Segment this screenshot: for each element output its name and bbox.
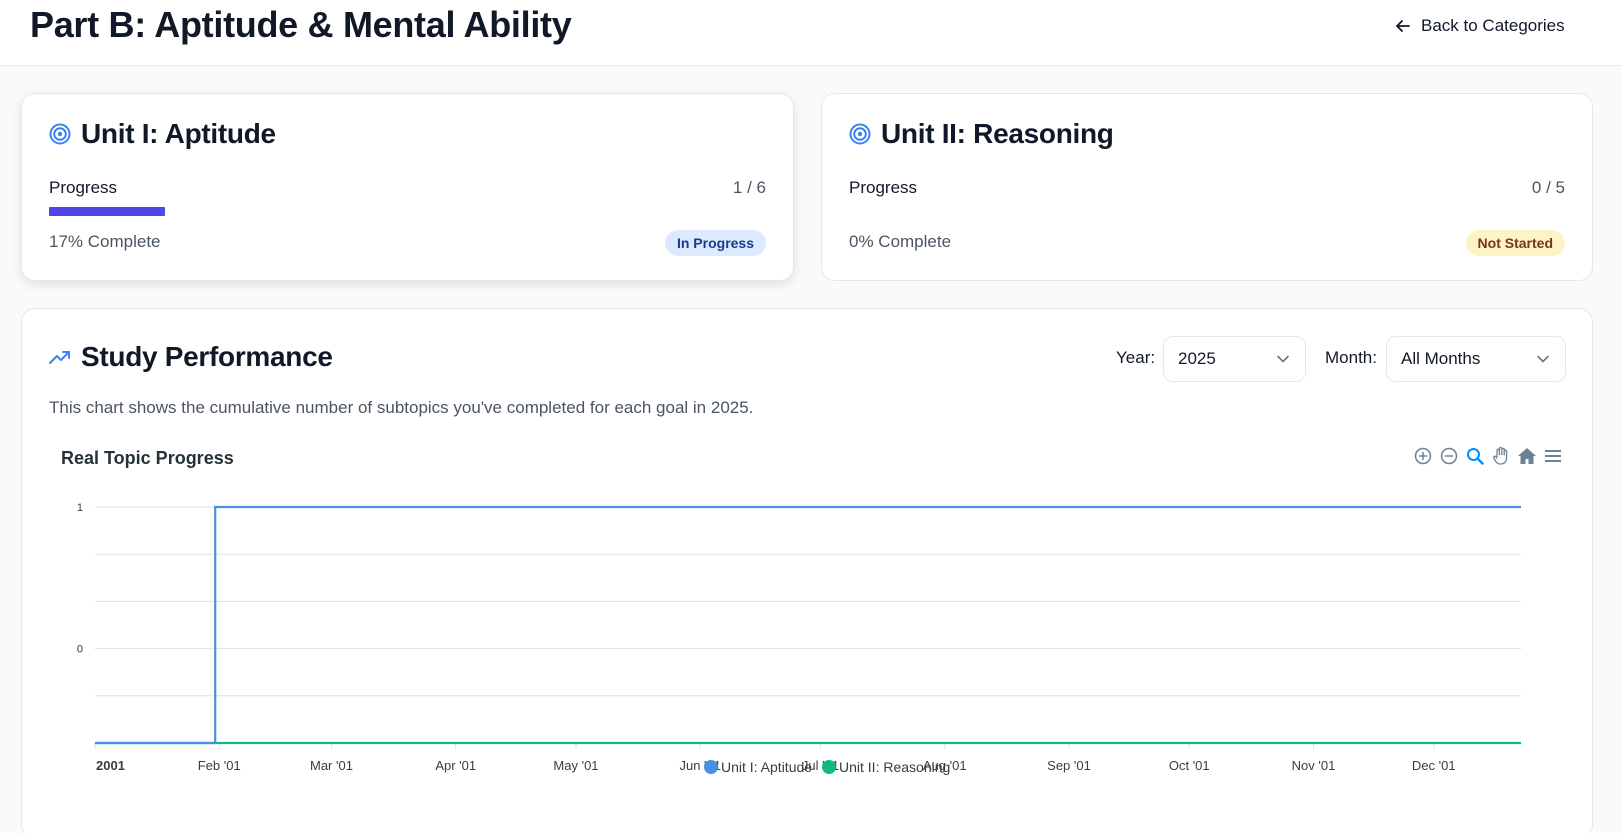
status-badge: In Progress [664,230,766,256]
status-badge: Not Started [1465,230,1565,256]
back-button-label: Back to Categories [1421,16,1565,35]
progress-bar-fill [49,207,165,216]
y-tick-label: 0 [77,644,83,656]
zoom-out-icon[interactable] [1439,446,1459,466]
year-select[interactable]: 2025 [1163,336,1306,382]
progress-count: 0 / 5 [1531,178,1565,197]
x-tick-label: Nov '01 [1292,758,1336,773]
progress-label: Progress [849,178,918,197]
x-tick-label: Sep '01 [1047,758,1091,773]
target-icon [49,123,71,145]
y-tick-label: 1 [77,502,83,514]
menu-icon[interactable] [1543,446,1563,466]
unit-title: Unit I: Aptitude [81,118,276,149]
legend-label: Unit I: Aptitude [721,759,812,775]
legend-label: Unit II: Reasoning [839,759,950,775]
pan-hand-icon[interactable] [1491,446,1511,466]
x-tick-label: Apr '01 [435,758,476,773]
unit-title: Unit II: Reasoning [881,118,1114,149]
line-chart: 102001 Feb '01 Mar '01 Apr '01 May '01 Jun '0… [77,502,1521,775]
selection-zoom-icon[interactable] [1465,446,1485,466]
chart-description: This chart shows the cumulative number o… [49,398,754,417]
arrow-left-icon [1395,18,1411,34]
month-select[interactable]: All Months [1386,336,1566,382]
back-to-categories-button[interactable]: Back to Categories [1395,12,1565,40]
legend-marker [704,760,718,774]
top-header: Part B: Aptitude & Mental Ability Back t… [0,0,1621,66]
progress-label: Progress [49,178,118,197]
trending-up-icon [49,349,71,365]
series-line [95,505,1521,745]
percent-complete: 0% Complete [849,232,952,251]
unit-card-reasoning[interactable]: Unit II: Reasoning Progress 0 / 5 0% Com… [821,93,1593,281]
progress-count: 1 / 6 [732,178,766,197]
x-tick-label: Feb '01 [198,758,241,773]
target-icon [849,123,871,145]
month-select-value: All Months [1401,349,1481,368]
page-title: Part B: Aptitude & Mental Ability [30,4,572,45]
x-tick-label: Oct '01 [1169,758,1210,773]
x-tick-label: 2001 [96,758,125,773]
x-tick-label: Dec '01 [1412,758,1456,773]
legend-marker [822,760,836,774]
chevron-down-icon [1277,355,1289,363]
percent-complete: 17% Complete [49,232,161,251]
zoom-in-icon[interactable] [1413,446,1433,466]
x-tick-label: Mar '01 [310,758,353,773]
x-tick-label: May '01 [553,758,598,773]
chart-title: Real Topic Progress [61,448,234,468]
year-label: Year: [1116,348,1156,367]
year-select-value: 2025 [1178,349,1216,368]
chevron-down-icon [1537,355,1549,363]
chart-toolbar [1413,446,1563,466]
month-label: Month: [1325,348,1377,367]
home-reset-icon[interactable] [1517,446,1537,466]
unit-card-aptitude[interactable]: Unit I: Aptitude Progress 1 / 6 17% Comp… [21,93,794,281]
section-title: Study Performance [81,341,333,372]
